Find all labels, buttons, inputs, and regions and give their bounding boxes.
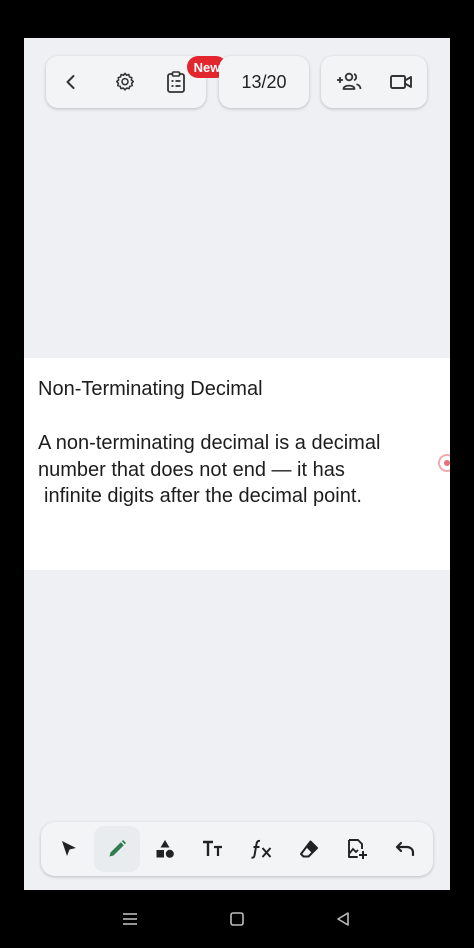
card-body-line: A non-terminating decimal is a decimal bbox=[38, 432, 381, 454]
menu-icon[interactable] bbox=[118, 908, 142, 930]
formula-icon[interactable] bbox=[247, 835, 277, 863]
eraser-icon[interactable] bbox=[295, 835, 323, 863]
page-counter-pill[interactable]: 13/20 bbox=[219, 56, 309, 108]
home-square-icon[interactable] bbox=[225, 908, 249, 930]
add-image-icon[interactable] bbox=[343, 835, 371, 863]
clipboard-list-icon[interactable] bbox=[163, 68, 189, 96]
text-icon[interactable] bbox=[199, 835, 227, 863]
card-body-line: infinite digits after the decimal point. bbox=[44, 485, 362, 507]
card-title: Non-Terminating Decimal bbox=[38, 378, 263, 400]
add-people-icon[interactable] bbox=[333, 68, 365, 96]
video-camera-icon[interactable] bbox=[387, 69, 415, 95]
top-toolbar-left bbox=[46, 56, 206, 108]
top-toolbar-right bbox=[321, 56, 427, 108]
select-pointer-icon[interactable] bbox=[55, 835, 83, 863]
page-counter: 13/20 bbox=[241, 71, 287, 92]
gear-icon[interactable] bbox=[112, 69, 138, 95]
shapes-icon[interactable] bbox=[151, 835, 179, 863]
back-triangle-icon[interactable] bbox=[331, 908, 355, 930]
card-body: A non-terminating decimal is a decimal n… bbox=[38, 430, 442, 510]
undo-icon[interactable] bbox=[391, 835, 419, 863]
record-indicator-icon[interactable] bbox=[438, 454, 450, 472]
chevron-left-icon[interactable] bbox=[58, 69, 84, 95]
whiteboard-screen: New 13/20 Non-Terminating Decimal A non- bbox=[24, 38, 450, 890]
system-nav-bar bbox=[0, 890, 474, 948]
pen-icon[interactable] bbox=[103, 835, 131, 863]
card-body-line: number that does not end — it has bbox=[38, 458, 345, 481]
